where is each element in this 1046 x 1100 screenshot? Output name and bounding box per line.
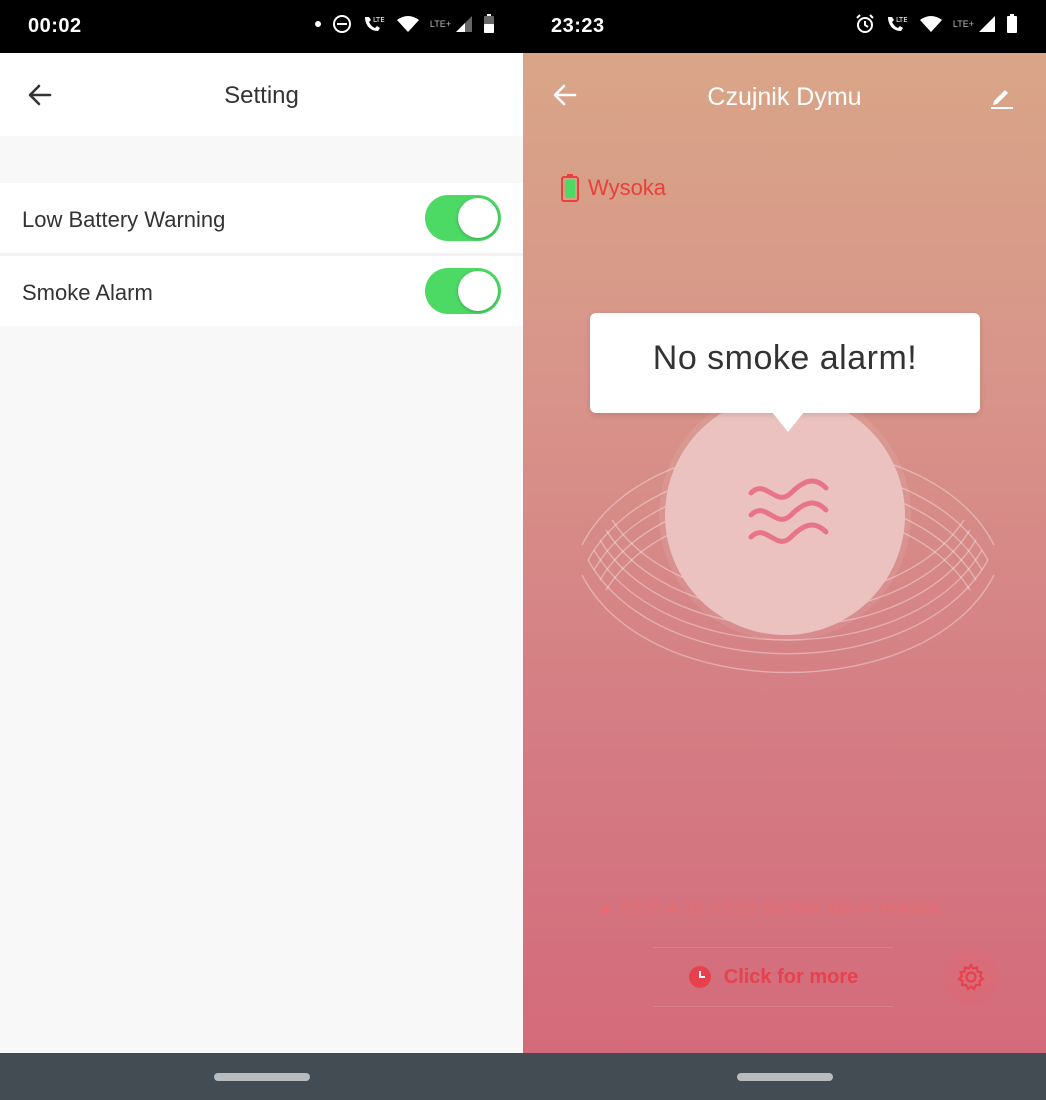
event-dot-icon — [601, 905, 609, 913]
alarm-clock-icon — [856, 14, 874, 33]
status-message: No smoke alarm! — [652, 339, 918, 377]
status-time: 23:23 — [551, 15, 605, 37]
low-battery-toggle[interactable] — [425, 195, 501, 241]
volte-call-icon: LTE — [887, 16, 908, 31]
toggle-knob — [458, 198, 498, 238]
toggle-knob — [458, 271, 498, 311]
setting-label: Smoke Alarm — [22, 280, 153, 305]
volte-call-icon: LTE — [364, 16, 385, 31]
signal-icon — [456, 16, 472, 32]
device-title: Czujnik Dymu — [707, 83, 862, 111]
device-screen: 23:23 LTE LTE+ Czujnik Dymu Wysoka No sm… — [523, 0, 1046, 1100]
status-tooltip: No smoke alarm! — [590, 313, 980, 432]
setting-row-smoke-alarm: Smoke Alarm — [0, 256, 523, 326]
click-for-more-label: Click for more — [723, 965, 859, 988]
lte-indicator: LTE+ — [952, 19, 974, 29]
home-gesture-pill[interactable] — [736, 1073, 833, 1081]
pencil-icon — [991, 90, 1013, 109]
settings-header: Setting — [0, 53, 523, 136]
status-bar: 23:23 LTE LTE+ — [523, 0, 1046, 53]
notification-dot-icon — [314, 21, 321, 27]
settings-screen: 00:02 LTE LTE+ Setting Low Battery Warni… — [0, 0, 523, 1100]
wifi-icon — [396, 16, 419, 32]
do-not-disturb-icon — [332, 15, 351, 33]
page-title: Setting — [224, 82, 299, 109]
lte-indicator: LTE+ — [429, 19, 451, 29]
signal-icon — [979, 16, 995, 32]
battery-status-icon — [484, 14, 494, 33]
battery-level: Wysoka — [560, 173, 666, 203]
status-bar: 00:02 LTE LTE+ — [0, 0, 523, 53]
battery-level-label: Wysoka — [588, 175, 667, 200]
setting-label: Low Battery Warning — [22, 207, 226, 232]
setting-row-low-battery: Low Battery Warning — [0, 183, 523, 253]
battery-level-icon — [561, 174, 579, 202]
edit-button[interactable] — [988, 82, 1016, 110]
click-for-more-button[interactable]: Click for more — [653, 947, 893, 1007]
status-time: 00:02 — [28, 15, 82, 37]
status-icons: LTE LTE+ — [314, 14, 495, 34]
smoke-waves-icon — [748, 478, 829, 544]
svg-text:LTE: LTE — [373, 16, 385, 24]
clock-icon — [688, 966, 711, 988]
system-nav-bar — [0, 1053, 523, 1100]
status-icons: LTE LTE+ — [855, 14, 1018, 34]
svg-text:LTE: LTE — [896, 16, 908, 24]
gear-icon — [957, 962, 985, 991]
device-settings-button[interactable] — [943, 949, 999, 1005]
last-event: 2020.4.18 23:20 Smoke alarm release — [601, 898, 941, 920]
last-event-text: 2020.4.18 23:20 Smoke alarm release — [619, 898, 942, 919]
wifi-icon — [919, 16, 942, 32]
battery-status-icon — [1007, 14, 1017, 33]
smoke-alarm-toggle[interactable] — [425, 268, 501, 314]
system-nav-bar — [523, 1053, 1046, 1100]
home-gesture-pill[interactable] — [213, 1073, 310, 1081]
